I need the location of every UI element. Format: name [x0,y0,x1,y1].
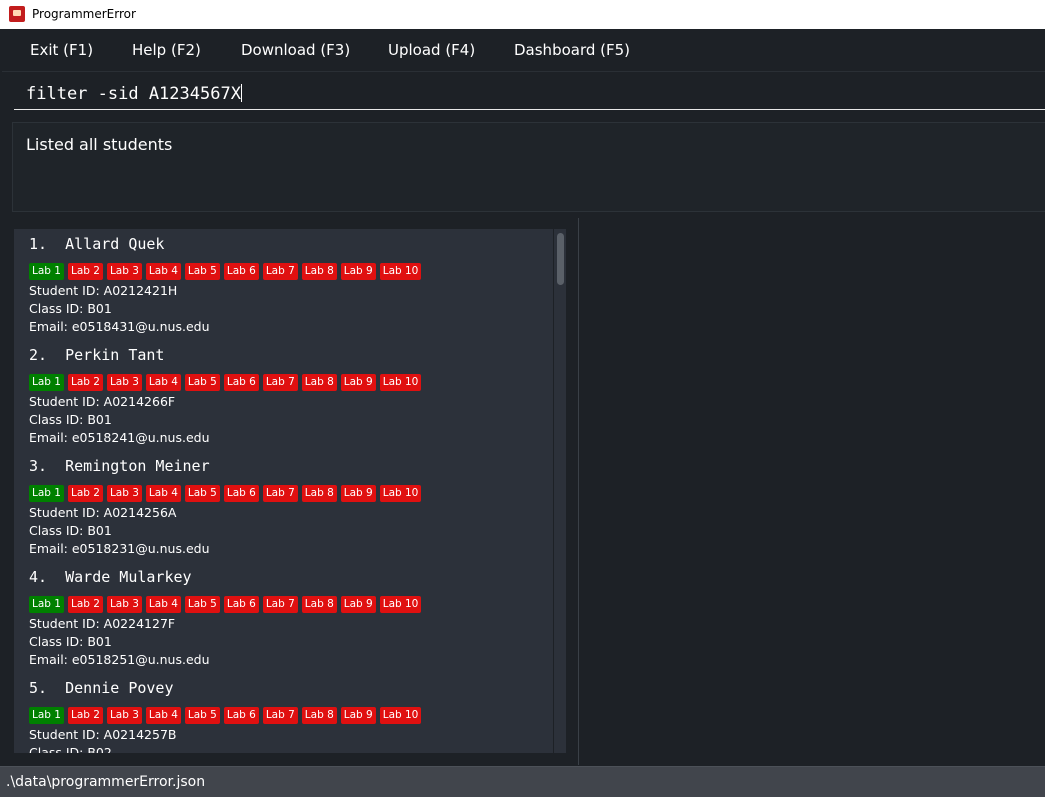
lab-tag: Lab 1 [29,485,64,502]
lab-tags: Lab 1 Lab 2 Lab 3 Lab 4 Lab 5 Lab 6 Lab 7 Lab 8… [29,263,425,280]
lab-tag: Lab 1 [29,596,64,613]
lab-tag: Lab 6 [223,707,259,724]
status-bar: .\data\programmerError.json [0,766,1045,797]
menu-download[interactable]: Download (F3) [241,41,350,59]
class-id: Class ID: B02 [29,745,112,753]
lab-tag: Lab 5 [184,263,220,280]
lab-tag: Lab 2 [67,707,103,724]
class-id: Class ID: B01 [29,412,112,427]
lab-tag: Lab 3 [106,263,142,280]
lab-tag: Lab 5 [184,485,220,502]
menu-upload[interactable]: Upload (F4) [388,41,475,59]
lab-tag: Lab 8 [301,485,337,502]
menu-bar: Exit (F1) Help (F2) Download (F3) Upload… [2,29,1045,72]
lab-tag: Lab 8 [301,707,337,724]
lab-tag: Lab 8 [301,374,337,391]
lab-tag: Lab 9 [340,596,376,613]
lab-tag: Lab 7 [262,485,298,502]
lab-tag: Lab 10 [379,596,422,613]
student-name: 4. Warde Mularkey [29,568,192,586]
lab-tag: Lab 7 [262,596,298,613]
student-id: Student ID: A0224127F [29,616,176,631]
class-id: Class ID: B01 [29,301,112,316]
list-scrollbar[interactable] [554,229,566,753]
menu-dashboard[interactable]: Dashboard (F5) [514,41,630,59]
result-display: Listed all students [12,122,1045,212]
student-id: Student ID: A0214266F [29,394,176,409]
lab-tag: Lab 4 [145,596,181,613]
lab-tags: Lab 1 Lab 2 Lab 3 Lab 4 Lab 5 Lab 6 Lab 7 Lab 8… [29,374,425,391]
student-id: Student ID: A0212421H [29,283,178,298]
detail-pane [580,218,1045,765]
lab-tag: Lab 10 [379,485,422,502]
lab-tag: Lab 4 [145,485,181,502]
lab-tag: Lab 4 [145,374,181,391]
lab-tag: Lab 7 [262,707,298,724]
title-bar: ProgrammerError [0,0,1045,29]
student-card[interactable]: 2. Perkin Tant Lab 1 Lab 2 Lab 3 Lab 4 Lab 5L… [14,340,553,451]
data-file-path: .\data\programmerError.json [6,774,206,790]
result-message: Listed all students [26,135,173,154]
menu-exit[interactable]: Exit (F1) [30,41,93,59]
lab-tag: Lab 3 [106,374,142,391]
text-caret [240,84,242,102]
class-id: Class ID: B01 [29,523,112,538]
student-email: Email: e0518241@u.nus.edu [29,430,210,445]
lab-tag: Lab 5 [184,596,220,613]
lab-tag: Lab 8 [301,596,337,613]
lab-tag: Lab 3 [106,596,142,613]
lab-tag: Lab 4 [145,707,181,724]
lab-tag: Lab 6 [223,485,259,502]
lab-tag: Lab 2 [67,263,103,280]
student-email: Email: e0518431@u.nus.edu [29,319,210,334]
student-card[interactable]: 4. Warde Mularkey Lab 1 Lab 2 Lab 3 Lab 4 Lab… [14,562,553,673]
lab-tag: Lab 5 [184,374,220,391]
student-id: Student ID: A0214256A [29,505,177,520]
lab-tag: Lab 6 [223,374,259,391]
student-name: 5. Dennie Povey [29,679,174,697]
command-input[interactable]: filter -sid A1234567X [14,78,1045,110]
lab-tag: Lab 10 [379,707,422,724]
lab-tag: Lab 9 [340,374,376,391]
lab-tag: Lab 1 [29,707,64,724]
lab-tag: Lab 2 [67,374,103,391]
student-id: Student ID: A0214257B [29,727,177,742]
student-card[interactable]: 3. Remington Meiner Lab 1 Lab 2 Lab 3 Lab 4L… [14,451,553,562]
student-name: 1. Allard Quek [29,235,165,253]
lab-tag: Lab 10 [379,374,422,391]
class-id: Class ID: B01 [29,634,112,649]
lab-tag: Lab 9 [340,707,376,724]
lab-tag: Lab 2 [67,596,103,613]
lab-tag: Lab 9 [340,485,376,502]
student-name: 2. Perkin Tant [29,346,165,364]
student-card[interactable]: 5. Dennie Povey Lab 1 Lab 2 Lab 3 Lab 4 Lab 5… [14,673,553,753]
window-title: ProgrammerError [32,7,136,21]
student-name: 3. Remington Meiner [29,457,210,475]
lab-tag: Lab 4 [145,263,181,280]
lab-tag: Lab 7 [262,374,298,391]
lab-tag: Lab 1 [29,263,64,280]
student-email: Email: e0518231@u.nus.edu [29,541,210,556]
lab-tag: Lab 7 [262,263,298,280]
menu-help[interactable]: Help (F2) [132,41,201,59]
lab-tag: Lab 8 [301,263,337,280]
student-card[interactable]: 1. Allard Quek Lab 1 Lab 2 Lab 3 Lab 4 Lab 5L… [14,229,553,340]
lab-tag: Lab 1 [29,374,64,391]
lab-tag: Lab 6 [223,263,259,280]
lab-tag: Lab 9 [340,263,376,280]
app-icon [9,6,25,22]
lab-tags: Lab 1 Lab 2 Lab 3 Lab 4 Lab 5 Lab 6 Lab 7 Lab 8… [29,485,425,502]
lab-tag: Lab 3 [106,707,142,724]
student-list[interactable]: 1. Allard Quek Lab 1 Lab 2 Lab 3 Lab 4 Lab 5L… [14,229,553,753]
scrollbar-thumb[interactable] [557,233,564,285]
lab-tag: Lab 3 [106,485,142,502]
lab-tags: Lab 1 Lab 2 Lab 3 Lab 4 Lab 5 Lab 6 Lab 7 Lab 8… [29,707,425,724]
command-text[interactable]: filter -sid A1234567X [26,84,242,104]
lab-tag: Lab 2 [67,485,103,502]
lab-tag: Lab 5 [184,707,220,724]
lab-tag: Lab 6 [223,596,259,613]
lab-tag: Lab 10 [379,263,422,280]
student-email: Email: e0518251@u.nus.edu [29,652,210,667]
lab-tags: Lab 1 Lab 2 Lab 3 Lab 4 Lab 5 Lab 6 Lab 7 Lab 8… [29,596,425,613]
